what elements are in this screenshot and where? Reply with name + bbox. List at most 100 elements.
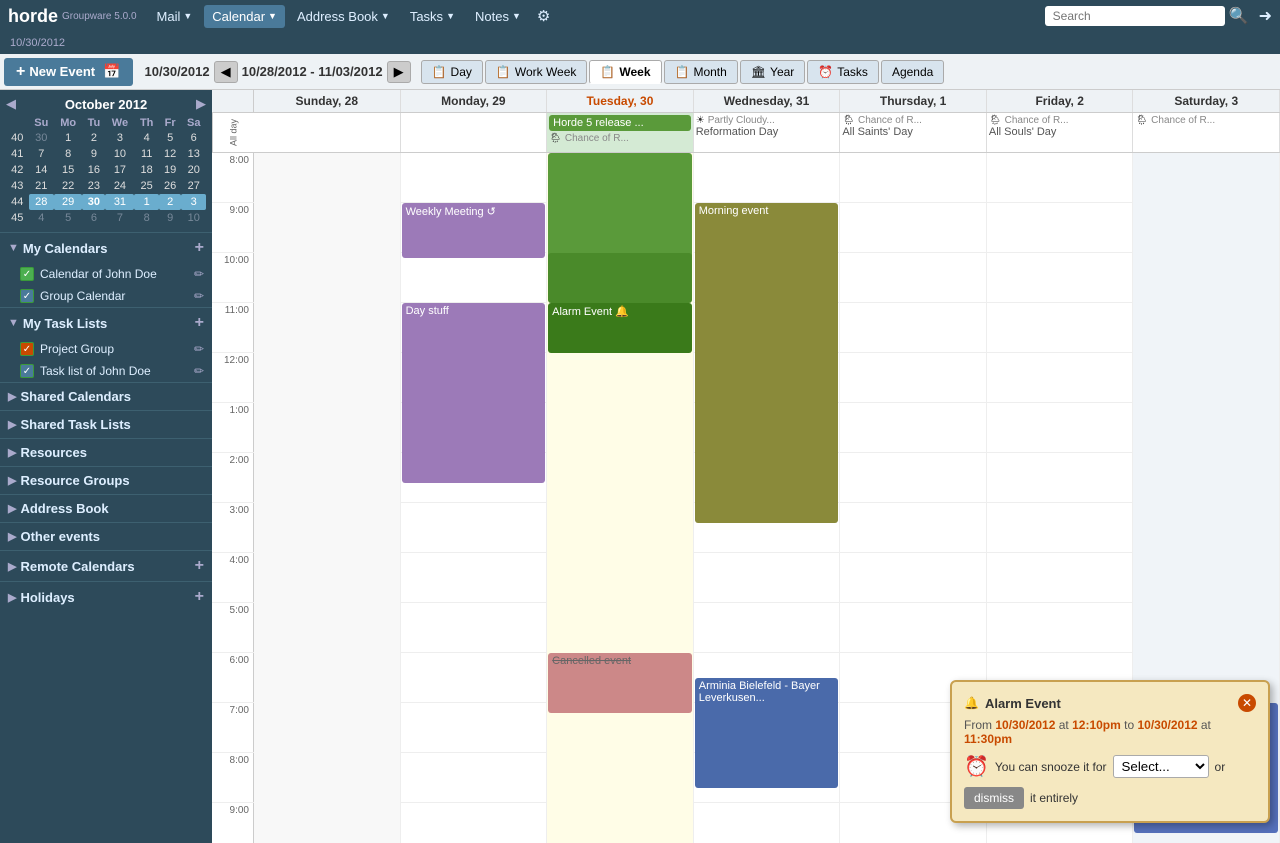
cell-mon-16[interactable] [401,553,548,603]
logout-icon[interactable]: ➜ [1259,6,1272,26]
cell-mon-11[interactable]: Day stuff [401,303,548,353]
cell-sun-19[interactable] [254,703,401,753]
mini-cal-day[interactable]: 29 [54,194,82,210]
cell-tue-14[interactable] [547,453,694,503]
cell-sun-13[interactable] [254,403,401,453]
cell-sat-8[interactable] [1133,153,1280,203]
cell-thu-9[interactable] [840,203,987,253]
task-checkbox[interactable]: ✓ [20,364,34,378]
allday-event-allsouls[interactable]: All Souls' Day [989,126,1131,138]
my-calendars-header[interactable]: ▼ My Calendars + [0,233,212,263]
mini-cal-day[interactable]: 31 [105,194,134,210]
event-tue-cont[interactable] [548,203,692,253]
mini-cal-day[interactable]: 11 [134,146,158,162]
cell-mon-19[interactable] [401,703,548,753]
resources-header[interactable]: ▶ Resources [0,439,212,466]
allday-event-reformation[interactable]: Reformation Day [696,126,838,138]
alarm-dismiss-button[interactable]: dismiss [964,787,1024,809]
mini-cal-day[interactable]: 2 [82,130,105,146]
cell-mon-10[interactable] [401,253,548,303]
cell-tue-21[interactable] [547,803,694,843]
remote-calendars-header[interactable]: ▶ Remote Calendars + [0,551,212,581]
mini-cal-day[interactable]: 30 [29,130,54,146]
my-task-lists-add-icon[interactable]: + [195,314,204,332]
prev-week-button[interactable]: ◀ [214,61,238,83]
cell-thu-14[interactable] [840,453,987,503]
task-edit-icon[interactable]: ✏ [194,364,204,378]
mini-cal-day[interactable]: 9 [82,146,105,162]
tab-tasks[interactable]: ⏰Tasks [807,60,879,84]
mini-cal-day[interactable]: 20 [181,162,206,178]
mini-cal-day[interactable]: 27 [181,178,206,194]
tab-week[interactable]: 📋Week [589,60,661,84]
mini-cal-day[interactable]: 8 [134,210,158,226]
mini-cal-day[interactable]: 7 [105,210,134,226]
tab-agenda[interactable]: Agenda [881,60,944,84]
cell-wed-9[interactable]: Morning event [694,203,841,253]
mini-cal-day[interactable]: 16 [82,162,105,178]
mini-cal-next[interactable]: ▶ [196,96,206,112]
cell-mon-8[interactable] [401,153,548,203]
event-weekly-meeting[interactable]: Weekly Meeting ↺ [402,203,546,258]
cell-tue-17[interactable] [547,603,694,653]
task-checkbox[interactable]: ✓ [20,342,34,356]
mini-cal-day[interactable]: 8 [54,146,82,162]
cell-fri-11[interactable] [987,303,1134,353]
cell-tue-11[interactable]: Alarm Event 🔔 [547,303,694,353]
event-cancelled[interactable]: Cancelled event [548,653,692,713]
cell-thu-8[interactable] [840,153,987,203]
cell-tue-18[interactable]: Cancelled event [547,653,694,703]
cell-mon-15[interactable] [401,503,548,553]
cell-mon-17[interactable] [401,603,548,653]
cell-tue-15[interactable] [547,503,694,553]
calendar-edit-icon[interactable]: ✏ [194,289,204,303]
cell-fri-8[interactable] [987,153,1134,203]
tab-month[interactable]: 📋Month [664,60,738,84]
cell-sun-12[interactable] [254,353,401,403]
sidebar-item-john-doe-calendar[interactable]: ✓ Calendar of John Doe ✏ [0,263,212,285]
cell-sun-21[interactable] [254,803,401,843]
remote-cal-add-icon[interactable]: + [195,557,204,575]
search-input[interactable] [1045,6,1225,26]
allday-event-allsaints[interactable]: All Saints' Day [842,126,984,138]
holidays-add-icon[interactable]: + [195,588,204,606]
cell-fri-14[interactable] [987,453,1134,503]
task-edit-icon[interactable]: ✏ [194,342,204,356]
event-alarm[interactable]: Alarm Event 🔔 [548,303,692,353]
cell-sun-9[interactable] [254,203,401,253]
cell-sun-10[interactable] [254,253,401,303]
cell-sat-10[interactable] [1133,253,1280,303]
nav-mail[interactable]: Mail ▼ [149,5,201,28]
cell-thu-10[interactable] [840,253,987,303]
mini-cal-day[interactable]: 5 [54,210,82,226]
mini-cal-day[interactable]: 18 [134,162,158,178]
cell-fri-9[interactable] [987,203,1134,253]
event-tue-cont2[interactable] [548,253,692,303]
cell-mon-9[interactable]: Weekly Meeting ↺ [401,203,548,253]
mini-cal-day[interactable]: 23 [82,178,105,194]
cell-sun-17[interactable] [254,603,401,653]
other-events-header[interactable]: ▶ Other events [0,523,212,550]
new-event-button[interactable]: + New Event 📅 [4,58,133,86]
cell-tue-13[interactable] [547,403,694,453]
cell-wed-16[interactable] [694,553,841,603]
cell-fri-13[interactable] [987,403,1134,453]
cell-sun-15[interactable] [254,503,401,553]
cell-thu-17[interactable] [840,603,987,653]
calendar-icon[interactable]: 📅 [103,63,120,80]
nav-tasks[interactable]: Tasks ▼ [402,5,463,28]
sidebar-item-john-doe-tasks[interactable]: ✓ Task list of John Doe ✏ [0,360,212,382]
cell-sun-8[interactable] [254,153,401,203]
tab-day[interactable]: 📋Day [421,60,483,84]
mini-cal-day[interactable]: 6 [82,210,105,226]
cell-thu-11[interactable] [840,303,987,353]
cell-wed-21[interactable] [694,803,841,843]
mini-cal-day[interactable]: 10 [105,146,134,162]
cell-tue-10[interactable] [547,253,694,303]
mini-cal-day[interactable]: 25 [134,178,158,194]
cell-wed-18[interactable]: Arminia Bielefeld - Bayer Leverkusen... [694,653,841,703]
cell-sat-14[interactable] [1133,453,1280,503]
my-calendars-add-icon[interactable]: + [195,239,204,257]
tab-year[interactable]: 🏛Year [740,60,805,84]
settings-icon[interactable]: ⚙ [537,7,550,25]
